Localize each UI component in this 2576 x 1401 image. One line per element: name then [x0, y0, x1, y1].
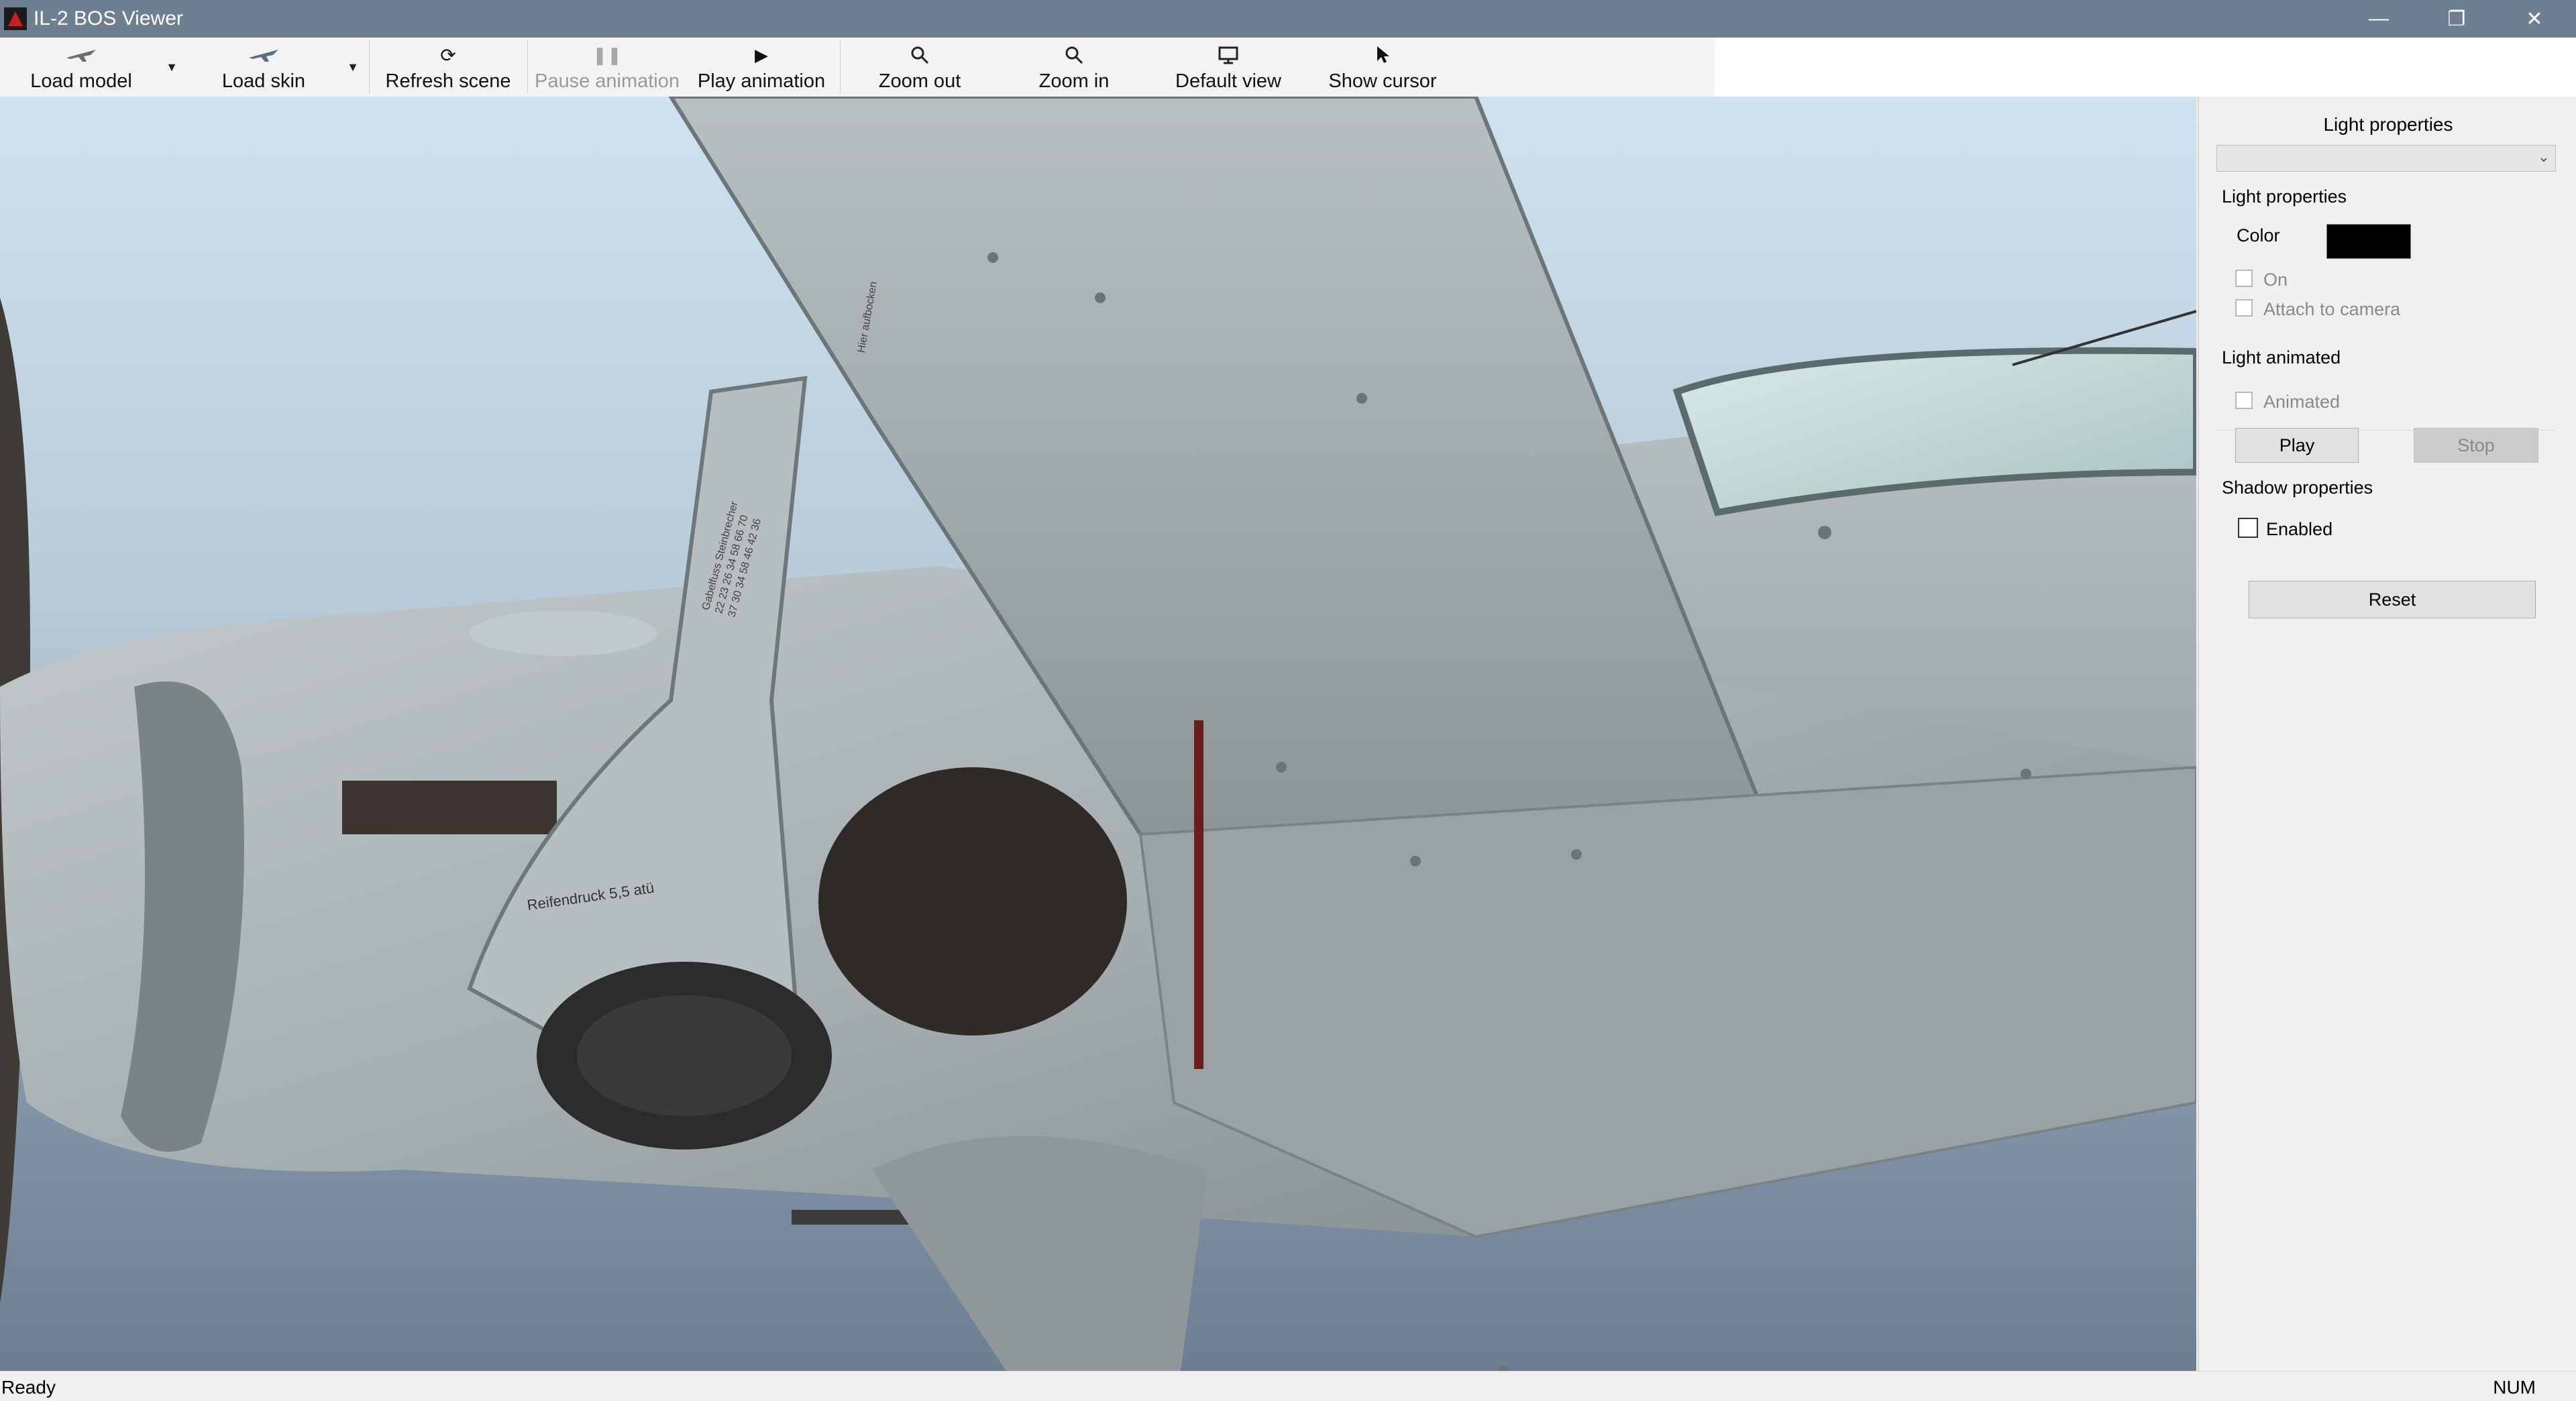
load-skin-label: Load skin [221, 70, 306, 92]
num-lock-indicator: NUM [2493, 1377, 2536, 1398]
toolbar-separator [840, 40, 841, 94]
monitor-icon [1218, 44, 1238, 66]
restore-icon[interactable]: ❐ [2418, 0, 2496, 38]
zoom-in-label: Zoom in [1038, 70, 1110, 92]
zoom-out-icon [910, 44, 930, 66]
panel-title: Light properties [2323, 114, 2453, 135]
zoom-out-button[interactable]: Zoom out [843, 38, 997, 97]
chevron-down-icon: ⌄ [2537, 148, 2550, 165]
aircraft-render [0, 97, 2196, 1371]
light-color-swatch[interactable] [2326, 224, 2411, 259]
pause-animation-button[interactable]: ❚❚ Pause animation [530, 38, 684, 97]
toolbar: Load model ▼ Load skin ▼ ⟳ Refresh scene… [0, 38, 1715, 97]
close-icon[interactable]: ✕ [2496, 0, 2573, 38]
shadow-enabled-checkbox[interactable] [2238, 518, 2258, 538]
pause-animation-label: Pause animation [534, 70, 680, 92]
toolbar-separator [527, 40, 528, 94]
load-model-label: Load model [30, 70, 132, 92]
attach-to-camera-label: Attach to camera [2263, 299, 2401, 319]
title-bar: IL-2 BOS Viewer — ❐ ✕ [0, 0, 2576, 38]
default-view-label: Default view [1175, 70, 1281, 92]
window-title: IL-2 BOS Viewer [34, 7, 183, 30]
light-select-dropdown[interactable]: ⌄ [2216, 145, 2556, 172]
load-model-button[interactable]: Load model [0, 38, 162, 97]
attach-to-camera-checkbox[interactable] [2235, 299, 2253, 317]
refresh-scene-label: Refresh scene [385, 70, 511, 92]
reset-button[interactable]: Reset [2249, 581, 2536, 618]
plane-icon [64, 44, 99, 66]
plane-skin-icon [246, 44, 281, 66]
3d-viewport[interactable]: Reifendruck 5,5 atü Gabelfuss Steinbrech… [0, 97, 2196, 1371]
minimize-icon[interactable]: — [2340, 0, 2418, 38]
toolbar-empty-area [1715, 38, 2576, 97]
show-cursor-button[interactable]: Show cursor [1305, 38, 1460, 97]
zoom-in-icon [1064, 44, 1084, 66]
shadow-enabled-label: Enabled [2266, 519, 2333, 539]
refresh-icon: ⟳ [440, 44, 456, 66]
stop-button[interactable]: Stop [2414, 428, 2538, 463]
status-bar: Ready NUM [0, 1371, 2576, 1401]
show-cursor-label: Show cursor [1328, 70, 1437, 92]
load-skin-button[interactable]: Load skin [193, 38, 334, 97]
on-checkbox[interactable] [2235, 270, 2253, 287]
color-label: Color [2237, 225, 2280, 245]
load-skin-dropdown-icon[interactable]: ▼ [339, 38, 366, 97]
animated-label: Animated [2263, 392, 2341, 412]
light-properties-heading: Light properties [2222, 186, 2347, 207]
play-icon: ▶ [755, 44, 768, 65]
shadow-properties-heading: Shadow properties [2222, 478, 2373, 498]
play-button[interactable]: Play [2235, 428, 2359, 463]
pause-icon: ❚❚ [592, 44, 622, 65]
status-text: Ready [1, 1377, 56, 1398]
properties-panel: Light properties ⌄ Light properties Colo… [2198, 97, 2576, 1371]
zoom-out-label: Zoom out [878, 70, 961, 92]
load-model-dropdown-icon[interactable]: ▼ [158, 38, 185, 97]
cursor-icon [1375, 44, 1390, 66]
play-animation-label: Play animation [697, 70, 826, 92]
animated-checkbox[interactable] [2235, 392, 2253, 409]
default-view-button[interactable]: Default view [1151, 38, 1305, 97]
zoom-in-button[interactable]: Zoom in [997, 38, 1151, 97]
on-label: On [2263, 270, 2288, 290]
refresh-scene-button[interactable]: ⟳ Refresh scene [373, 38, 523, 97]
toolbar-separator [369, 40, 370, 94]
light-animated-heading: Light animated [2222, 347, 2341, 368]
app-icon [4, 7, 27, 30]
play-animation-button[interactable]: ▶ Play animation [686, 38, 837, 97]
